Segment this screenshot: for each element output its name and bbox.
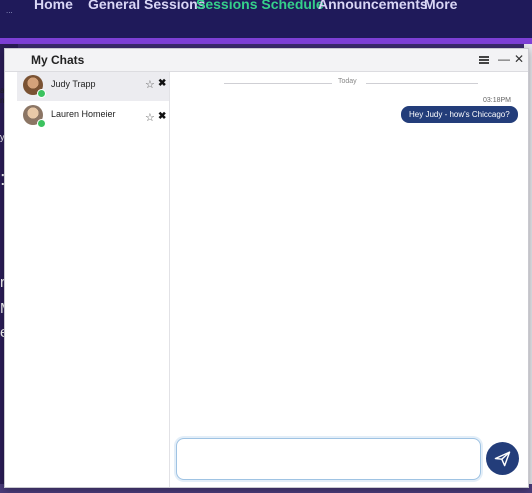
message-timestamp: 03:18PM	[483, 97, 512, 104]
background-logo: ...	[6, 6, 13, 15]
chat-window: My Chats — ✕ Judy Trapp ☆ ✖ Lauren Homei…	[4, 48, 529, 488]
contact-name: Lauren Homeier	[51, 109, 116, 119]
background-accent-strip	[0, 38, 532, 44]
date-separator: Today	[338, 78, 357, 85]
minimize-icon[interactable]: —	[498, 52, 510, 66]
contact-lauren-homeier[interactable]: Lauren Homeier ☆ ✖	[17, 102, 169, 131]
conversation-pane: Today 03:18PM Hey Judy - how's Chiccago?	[170, 72, 528, 487]
chat-title: My Chats	[31, 53, 85, 67]
send-button[interactable]	[486, 442, 519, 475]
remove-contact-icon[interactable]: ✖	[158, 78, 166, 89]
contact-name: Judy Trapp	[51, 79, 96, 89]
star-icon[interactable]: ☆	[145, 111, 155, 124]
message-input[interactable]	[176, 438, 481, 480]
send-icon	[494, 451, 511, 467]
date-separator-line	[224, 83, 332, 84]
star-icon[interactable]: ☆	[145, 78, 155, 91]
online-status-icon	[37, 89, 46, 98]
date-separator-line	[366, 83, 478, 84]
close-icon[interactable]: ✕	[514, 52, 524, 66]
remove-contact-icon[interactable]: ✖	[158, 111, 166, 122]
message-textarea[interactable]	[177, 439, 480, 479]
nav-item-more[interactable]: More	[424, 0, 457, 12]
contact-list: Judy Trapp ☆ ✖ Lauren Homeier ☆ ✖	[17, 72, 170, 487]
list-icon[interactable]	[479, 56, 489, 64]
background-navbar: ... Home General Sessions Sessions Sched…	[0, 0, 532, 38]
nav-item-general-sessions[interactable]: General Sessions	[88, 0, 206, 12]
nav-item-announcements[interactable]: Announcements	[318, 0, 428, 12]
nav-item-home[interactable]: Home	[34, 0, 73, 12]
message-bubble-outgoing: Hey Judy - how's Chiccago?	[401, 106, 518, 123]
contact-judy-trapp[interactable]: Judy Trapp ☆ ✖	[17, 72, 169, 101]
chat-header: My Chats — ✕	[5, 49, 528, 72]
nav-item-sessions-schedule[interactable]: Sessions Schedule	[196, 0, 324, 12]
online-status-icon	[37, 119, 46, 128]
